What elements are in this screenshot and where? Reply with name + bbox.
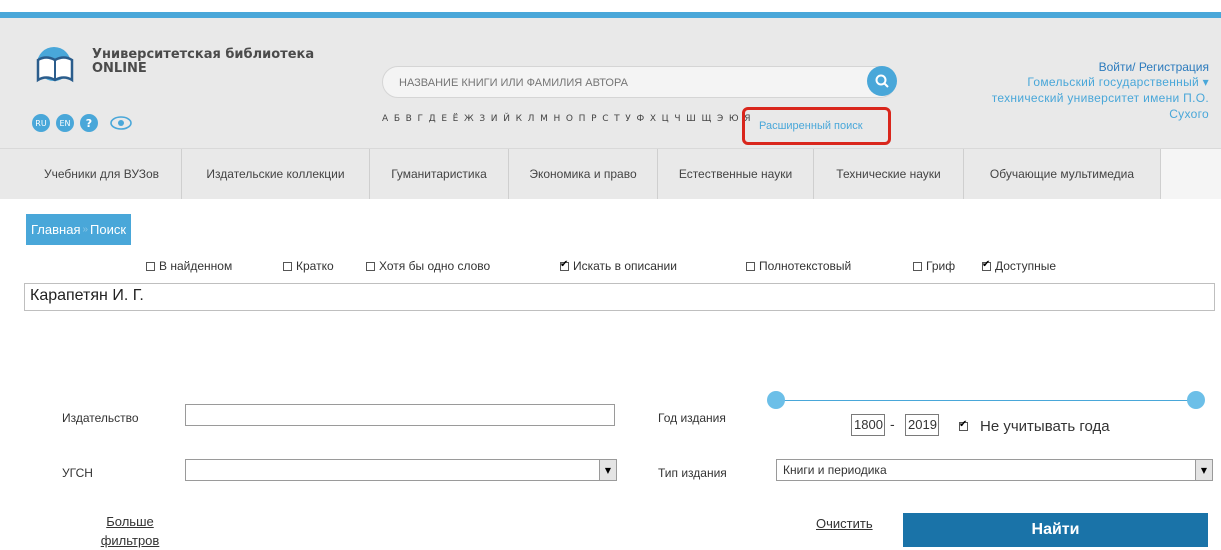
search-description-checkbox[interactable] — [560, 259, 569, 271]
year-label: Год издания — [658, 411, 726, 425]
publication-type-label: Тип издания — [658, 466, 727, 480]
site-logo-text[interactable]: Университетская библиотека ONLINE — [92, 48, 314, 76]
search-icon — [875, 74, 889, 88]
search-box — [382, 66, 897, 98]
year-to-input[interactable]: 2019 — [905, 414, 939, 436]
search-input[interactable] — [397, 72, 861, 94]
grif-checkbox[interactable] — [913, 261, 922, 271]
site-header: Университетская библиотека ONLINE RU EN … — [0, 12, 1221, 148]
clear-link[interactable]: Очистить — [816, 516, 873, 531]
nav-item-textbooks[interactable]: Учебники для ВУЗов — [22, 149, 182, 199]
nav-item-multimedia[interactable]: Обучающие мультимедиа — [964, 149, 1161, 199]
nav-item-economics-law[interactable]: Экономика и право — [509, 149, 658, 199]
find-button[interactable]: Найти — [903, 513, 1208, 547]
ugsn-label: УГСН — [62, 466, 93, 480]
option-brief[interactable]: Кратко — [283, 259, 334, 273]
year-range-dash: - — [890, 416, 895, 432]
breadcrumb: Главная » Поиск — [26, 214, 132, 245]
grif-label: Гриф — [926, 259, 956, 273]
publication-type-select[interactable]: Книги и периодика ▼ — [776, 459, 1213, 481]
ignore-years-checkbox[interactable] — [959, 419, 968, 431]
help-button[interactable]: ? — [80, 114, 98, 132]
in-found-label: В найденном — [159, 259, 233, 273]
option-search-description[interactable]: Искать в описании — [560, 259, 677, 273]
nav-item-publisher-collections[interactable]: Издательские коллекции — [182, 149, 370, 199]
chevron-down-icon[interactable]: ▼ — [1195, 460, 1212, 480]
ignore-years-option[interactable]: Не учитывать года — [959, 418, 1110, 435]
nav-item-technical-sciences[interactable]: Технические науки — [814, 149, 964, 199]
fulltext-checkbox[interactable] — [746, 261, 755, 271]
ignore-years-label: Не учитывать года — [980, 418, 1110, 435]
option-fulltext[interactable]: Полнотекстовый — [746, 259, 851, 273]
search-description-label: Искать в описании — [573, 259, 677, 273]
lang-en-button[interactable]: EN — [56, 114, 74, 132]
option-available[interactable]: Доступные — [982, 259, 1056, 273]
available-checkbox[interactable] — [982, 259, 991, 271]
fulltext-label: Полнотекстовый — [759, 259, 852, 273]
any-word-label: Хотя бы одно слово — [379, 259, 491, 273]
query-input[interactable]: Карапетян И. Г. — [24, 283, 1215, 311]
brief-checkbox[interactable] — [283, 261, 292, 271]
lang-ru-button[interactable]: RU — [32, 114, 50, 132]
account-area: Войти/ Регистрация Гомельский государств… — [909, 60, 1209, 122]
category-nav: Учебники для ВУЗов Издательские коллекци… — [0, 148, 1221, 200]
alphabet-index[interactable]: А Б В Г Д Е Ё Ж З И Й К Л М Н О П Р С Т … — [382, 114, 752, 124]
eye-icon[interactable] — [110, 114, 132, 132]
search-panel — [0, 199, 1221, 547]
any-word-checkbox[interactable] — [366, 261, 375, 271]
brief-label: Кратко — [296, 259, 334, 273]
option-in-found[interactable]: В найденном — [146, 259, 232, 273]
nav-item-humanities[interactable]: Гуманитаристика — [370, 149, 509, 199]
year-slider-track — [776, 400, 1196, 401]
year-slider-min-handle[interactable] — [767, 391, 785, 409]
language-switcher: RU EN ? — [32, 114, 132, 132]
organization-selector[interactable]: Гомельский государственный ▾ технический… — [909, 74, 1209, 122]
login-register-link[interactable]: Войти/ Регистрация — [909, 60, 1209, 74]
org-line2: технический университет имени П.О. — [991, 91, 1209, 105]
available-label: Доступные — [995, 259, 1056, 273]
year-slider-max-handle[interactable] — [1187, 391, 1205, 409]
breadcrumb-separator: » — [82, 224, 89, 235]
more-filters-link[interactable]: Больше фильтров — [80, 512, 180, 550]
advanced-search-link[interactable]: Расширенный поиск — [742, 107, 891, 145]
chevron-down-icon[interactable]: ▼ — [599, 460, 616, 480]
org-line1: Гомельский государственный ▾ — [1027, 75, 1209, 89]
publisher-input[interactable] — [185, 404, 615, 426]
option-any-word[interactable]: Хотя бы одно слово — [366, 259, 490, 273]
publisher-label: Издательство — [62, 411, 139, 425]
ugsn-select[interactable]: ▼ — [185, 459, 617, 481]
brand-line2: ONLINE — [92, 61, 147, 76]
in-found-checkbox[interactable] — [146, 261, 155, 271]
nav-item-natural-sciences[interactable]: Естественные науки — [658, 149, 814, 199]
org-line3: Сухого — [1169, 107, 1209, 121]
advanced-search-label: Расширенный поиск — [759, 120, 863, 132]
year-from-input[interactable]: 1800 — [851, 414, 885, 436]
publication-type-value: Книги и периодика — [783, 463, 887, 477]
search-button[interactable] — [867, 66, 897, 96]
nav-spacer — [1161, 149, 1221, 199]
brand-line1: Университетская библиотека — [92, 47, 315, 62]
book-logo-icon[interactable] — [32, 46, 78, 86]
breadcrumb-current: Поиск — [90, 222, 127, 237]
breadcrumb-home[interactable]: Главная — [31, 222, 80, 237]
option-grif[interactable]: Гриф — [913, 259, 955, 273]
